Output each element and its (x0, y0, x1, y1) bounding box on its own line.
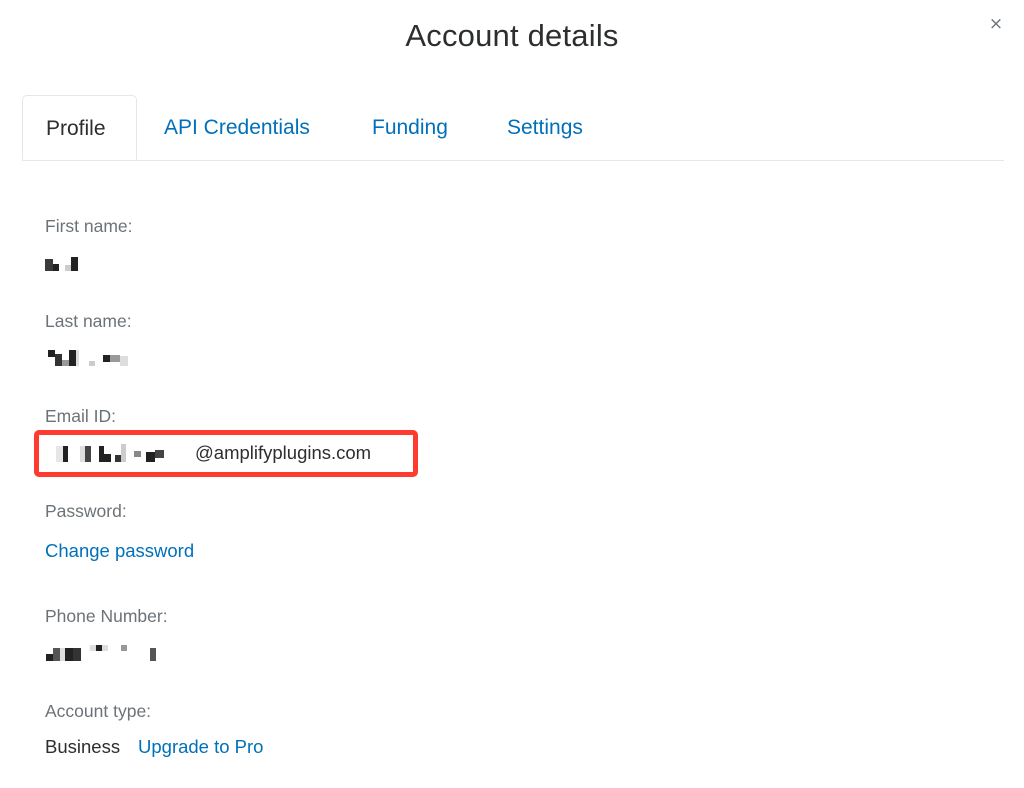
close-icon[interactable]: × (988, 14, 1004, 34)
tab-settings[interactable]: Settings (507, 95, 583, 160)
phone-number-label: Phone Number: (45, 606, 168, 626)
change-password-link[interactable]: Change password (45, 540, 194, 562)
upgrade-to-pro-link[interactable]: Upgrade to Pro (138, 736, 263, 758)
first-name-value-redacted (45, 255, 78, 271)
email-domain: @amplifyplugins.com (195, 442, 372, 463)
password-label: Password: (45, 501, 127, 521)
tab-bar: Profile API Credentials Funding Settings (22, 95, 1004, 161)
email-label: Email ID: (45, 406, 116, 426)
account-details-dialog: Account details × Profile API Credential… (0, 0, 1024, 788)
last-name-value-redacted (48, 350, 128, 366)
email-username-redacted (56, 444, 164, 462)
tab-api-credentials[interactable]: API Credentials (164, 95, 310, 160)
account-type-label: Account type: (45, 701, 152, 721)
last-name-label: Last name: (45, 311, 132, 331)
tab-profile[interactable]: Profile (22, 95, 137, 160)
dialog-title: Account details (405, 18, 619, 53)
tab-funding[interactable]: Funding (372, 95, 448, 160)
first-name-label: First name: (45, 216, 133, 236)
account-type-value: Business (45, 736, 121, 757)
phone-number-value-redacted (46, 645, 156, 661)
